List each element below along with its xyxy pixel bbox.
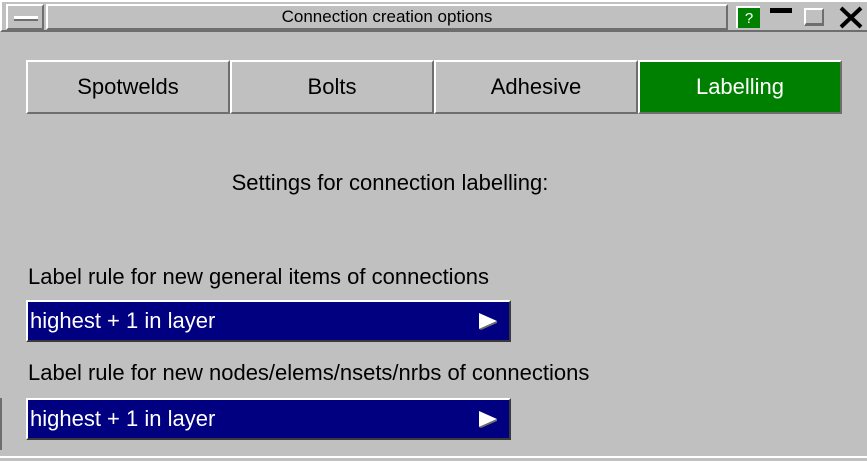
- general-rule-value: highest + 1 in layer: [30, 308, 216, 333]
- close-icon: [839, 6, 863, 29]
- nodes-rule-dropdown[interactable]: highest + 1 in layer: [26, 398, 511, 440]
- section-heading: Settings for connection labelling:: [231, 170, 549, 195]
- tab-bar: Spotwelds Bolts Adhesive Labelling: [26, 60, 842, 114]
- general-rule-label: Label rule for new general items of conn…: [28, 264, 490, 289]
- tab-labelling[interactable]: Labelling: [638, 60, 842, 114]
- menu-bar-icon: [14, 16, 38, 21]
- close-button[interactable]: [836, 4, 866, 30]
- tab-bolts[interactable]: Bolts: [230, 60, 434, 114]
- window-menu-button[interactable]: [6, 4, 44, 30]
- window-edge: [0, 398, 2, 450]
- tab-spotwelds[interactable]: Spotwelds: [26, 60, 230, 114]
- dropdown-arrow-icon: [479, 313, 497, 330]
- window-title: Connection creation options: [46, 4, 728, 30]
- nodes-rule-label: Label rule for new nodes/elems/nsets/nrb…: [28, 360, 590, 385]
- dropdown-arrow-icon: [479, 411, 497, 428]
- minimize-button[interactable]: [768, 6, 796, 28]
- maximize-button[interactable]: [802, 6, 830, 28]
- connection-options-window: Connection creation options ? Spotwelds …: [0, 0, 867, 461]
- title-bar: Connection creation options ?: [0, 0, 867, 32]
- general-rule-dropdown[interactable]: highest + 1 in layer: [26, 300, 511, 342]
- minimize-icon: [770, 8, 792, 13]
- tab-adhesive[interactable]: Adhesive: [434, 60, 638, 114]
- window-bottom-edge: [0, 456, 867, 458]
- maximize-icon: [804, 8, 824, 26]
- help-button[interactable]: ?: [736, 6, 760, 28]
- nodes-rule-value: highest + 1 in layer: [30, 406, 216, 431]
